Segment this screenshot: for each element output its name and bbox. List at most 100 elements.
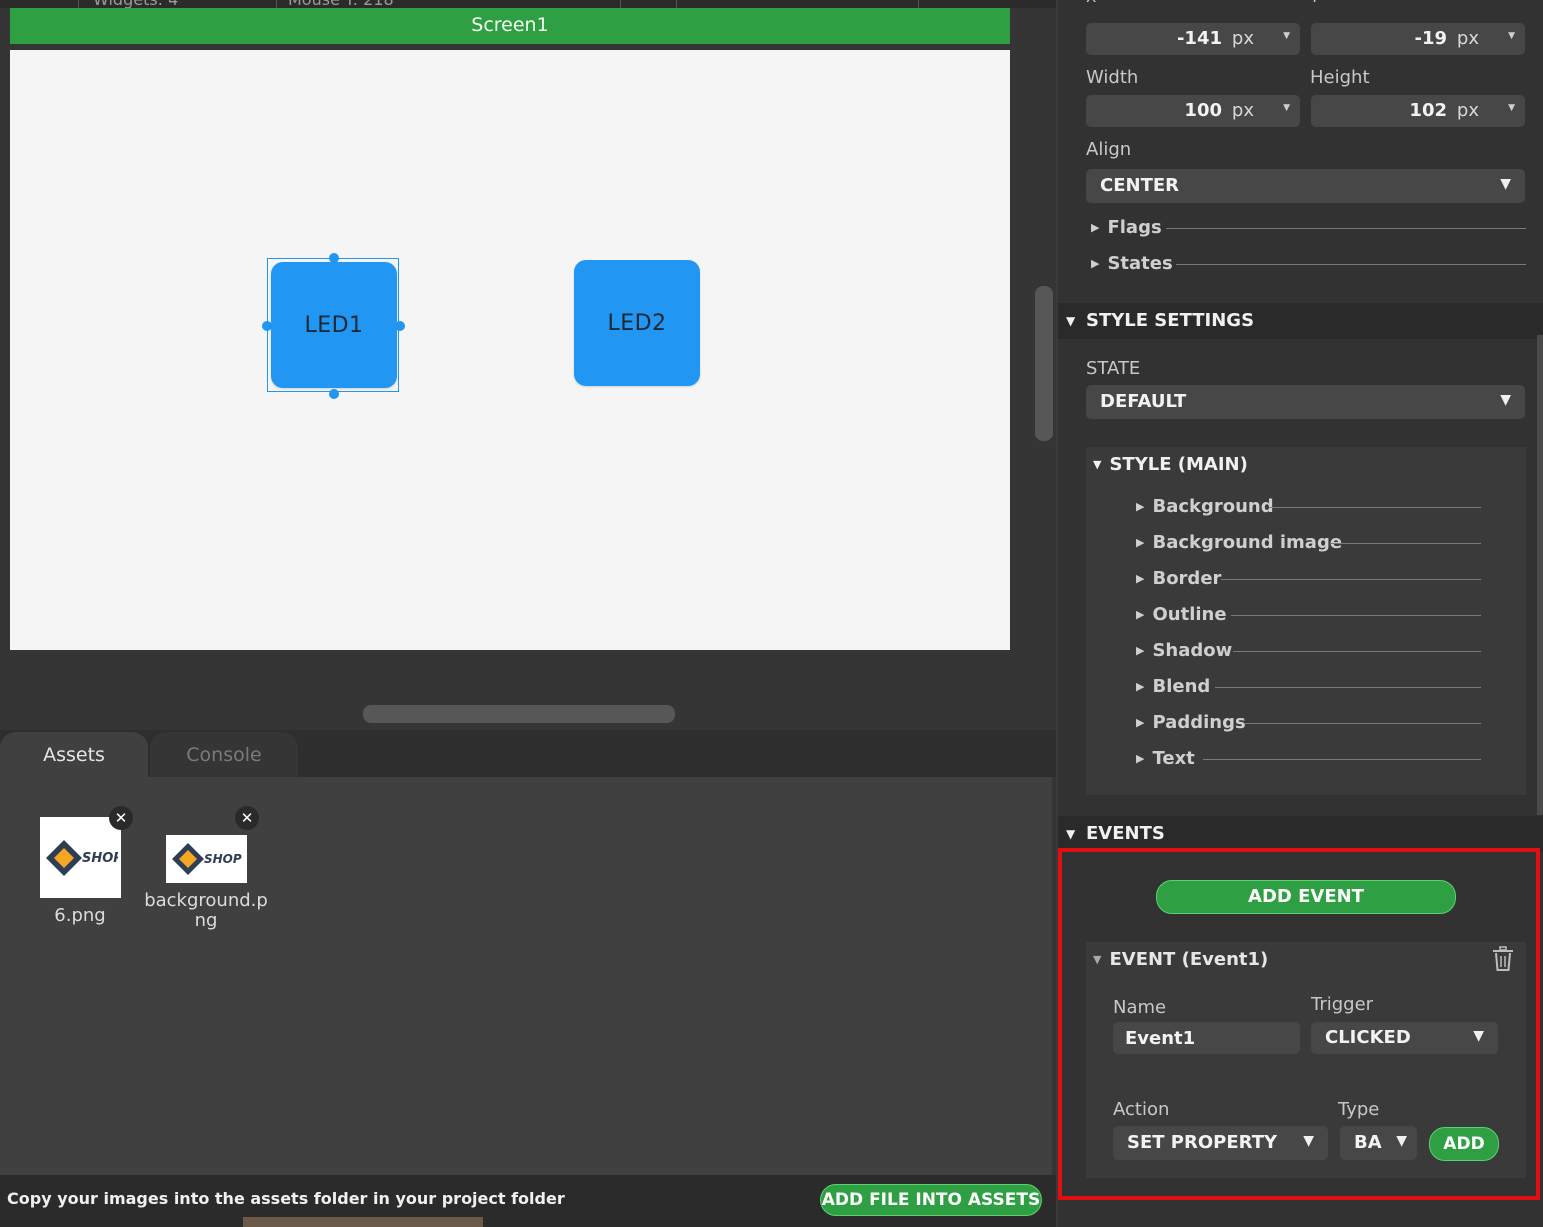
property-label: Blend: [1152, 676, 1211, 697]
add-event-button[interactable]: ADD EVENT: [1156, 880, 1456, 914]
events-title: EVENTS: [1086, 823, 1165, 844]
width-field[interactable]: 100 px ▼: [1086, 95, 1300, 127]
style-property-blend[interactable]: ▶ Blend: [1136, 676, 1210, 697]
width-label: Width: [1086, 67, 1139, 88]
inspector-scrollbar[interactable]: [1537, 335, 1543, 815]
type-label: Type: [1338, 1099, 1380, 1120]
status-separator: [78, 0, 79, 8]
divider: [1215, 687, 1481, 688]
resize-handle-bottom[interactable]: [329, 389, 339, 399]
caret-down-icon: ▼: [1093, 458, 1102, 471]
divider: [1203, 759, 1481, 760]
style-property-outline[interactable]: ▶ Outline: [1136, 604, 1227, 625]
caret-right-icon: ▶: [1136, 752, 1145, 765]
y-field[interactable]: -19 px ▼: [1311, 23, 1525, 55]
type-value: BA: [1354, 1132, 1382, 1153]
asset-thumbnail: SHOP: [165, 835, 247, 883]
caret-right-icon: ▶: [1136, 500, 1145, 513]
property-label: Border: [1152, 568, 1222, 589]
caret-right-icon: ▶: [1136, 536, 1145, 549]
chevron-down-icon[interactable]: ▼: [1283, 103, 1290, 113]
caret-right-icon: ▶: [1136, 716, 1145, 729]
status-separator: [918, 0, 919, 8]
divider: [1231, 615, 1481, 616]
design-canvas[interactable]: LED1 LED2: [10, 50, 1010, 650]
add-action-button[interactable]: ADD: [1429, 1127, 1499, 1161]
assets-footer: Copy your images into the assets folder …: [0, 1175, 1056, 1227]
type-select[interactable]: BA ▼: [1340, 1126, 1417, 1160]
remove-asset-icon[interactable]: ✕: [109, 806, 133, 830]
property-label: Shadow: [1152, 640, 1233, 661]
style-property-background-image[interactable]: ▶ Background image: [1136, 532, 1342, 553]
mouse-y-readout: Mouse Y: 218: [288, 0, 394, 8]
screen-title-bar[interactable]: Screen1: [10, 8, 1010, 44]
remove-asset-icon[interactable]: ✕: [235, 806, 259, 830]
trigger-select[interactable]: CLICKED ▼: [1311, 1022, 1498, 1054]
height-field[interactable]: 102 px ▼: [1311, 95, 1525, 127]
state-label: STATE: [1086, 358, 1141, 379]
tab-assets[interactable]: Assets: [0, 732, 148, 777]
asset-name: background.png: [144, 890, 268, 931]
states-label: States: [1107, 253, 1173, 274]
event-toggle[interactable]: ▼ EVENT (Event1): [1093, 949, 1268, 970]
style-main-section: ▼ STYLE (MAIN) ▶ Background ▶ Background im…: [1086, 447, 1526, 795]
x-value: -141: [1176, 28, 1222, 49]
divider: [1269, 507, 1481, 508]
taskbar-fragment: [243, 1217, 483, 1227]
y-value: -19: [1414, 28, 1447, 49]
name-label: Name: [1113, 997, 1167, 1018]
style-property-background[interactable]: ▶ Background: [1136, 496, 1274, 517]
led2-widget[interactable]: LED2: [574, 260, 700, 386]
event-name-field[interactable]: [1113, 1022, 1300, 1054]
action-value: SET PROPERTY: [1127, 1132, 1278, 1153]
status-separator: [676, 0, 677, 8]
divider: [1245, 723, 1481, 724]
state-value: DEFAULT: [1100, 391, 1187, 412]
caret-right-icon: ▶: [1136, 644, 1145, 657]
align-select[interactable]: CENTER ▼: [1086, 169, 1525, 203]
style-settings-header[interactable]: ▼ STYLE SETTINGS: [1058, 303, 1543, 339]
style-property-shadow[interactable]: ▶ Shadow: [1136, 640, 1232, 661]
editor-area: Widgets: 4 Mouse Y: 218 Screen1 LED1 LED…: [0, 0, 1056, 1227]
event-title: EVENT (Event1): [1109, 949, 1269, 970]
style-property-text[interactable]: ▶ Text: [1136, 748, 1195, 769]
caret-right-icon: ▶: [1136, 572, 1145, 585]
action-select[interactable]: SET PROPERTY ▼: [1113, 1126, 1328, 1160]
shop-logo-image: SHOP: [172, 843, 242, 875]
asset-item[interactable]: SHOP background.png: [141, 835, 271, 931]
caret-down-icon: ▼: [1066, 314, 1076, 328]
chevron-down-icon[interactable]: ▼: [1508, 31, 1515, 41]
width-unit: px: [1231, 100, 1254, 121]
style-main-toggle[interactable]: ▼ STYLE (MAIN): [1093, 454, 1248, 475]
trash-icon[interactable]: [1491, 946, 1515, 972]
align-label: Align: [1086, 139, 1132, 160]
tab-console[interactable]: Console: [150, 732, 298, 777]
style-property-border[interactable]: ▶ Border: [1136, 568, 1221, 589]
vertical-scrollbar[interactable]: [1035, 286, 1053, 441]
style-property-paddings[interactable]: ▶ Paddings: [1136, 712, 1246, 733]
property-label: Background image: [1152, 532, 1343, 553]
flags-toggle[interactable]: ▶ Flags: [1091, 217, 1162, 238]
asset-name: 6.png: [54, 905, 106, 926]
trigger-label: Trigger: [1311, 994, 1374, 1015]
chevron-down-icon: ▼: [1396, 1133, 1407, 1149]
asset-item[interactable]: SHOP 6.png: [15, 817, 145, 926]
state-select[interactable]: DEFAULT ▼: [1086, 385, 1525, 419]
assets-hint-text: Copy your images into the assets folder …: [7, 1189, 565, 1208]
led1-widget[interactable]: LED1: [271, 262, 397, 388]
divider: [1166, 228, 1526, 229]
states-toggle[interactable]: ▶ States: [1091, 253, 1173, 274]
events-header[interactable]: ▼ EVENTS: [1058, 816, 1543, 852]
divider: [1221, 579, 1481, 580]
svg-text:SHOP: SHOP: [82, 851, 118, 866]
x-field[interactable]: -141 px ▼: [1086, 23, 1300, 55]
event-name-input[interactable]: [1113, 1022, 1300, 1054]
add-file-into-assets-button[interactable]: ADD FILE INTO ASSETS: [820, 1184, 1042, 1216]
divider: [1331, 543, 1481, 544]
property-label: Background: [1152, 496, 1274, 517]
chevron-down-icon[interactable]: ▼: [1508, 103, 1515, 113]
horizontal-scrollbar[interactable]: [363, 705, 675, 723]
chevron-down-icon[interactable]: ▼: [1283, 31, 1290, 41]
inspector-panel: X Y -141 px ▼ -19 px ▼ Width Height 100 …: [1058, 0, 1543, 1227]
align-value: CENTER: [1100, 175, 1180, 196]
